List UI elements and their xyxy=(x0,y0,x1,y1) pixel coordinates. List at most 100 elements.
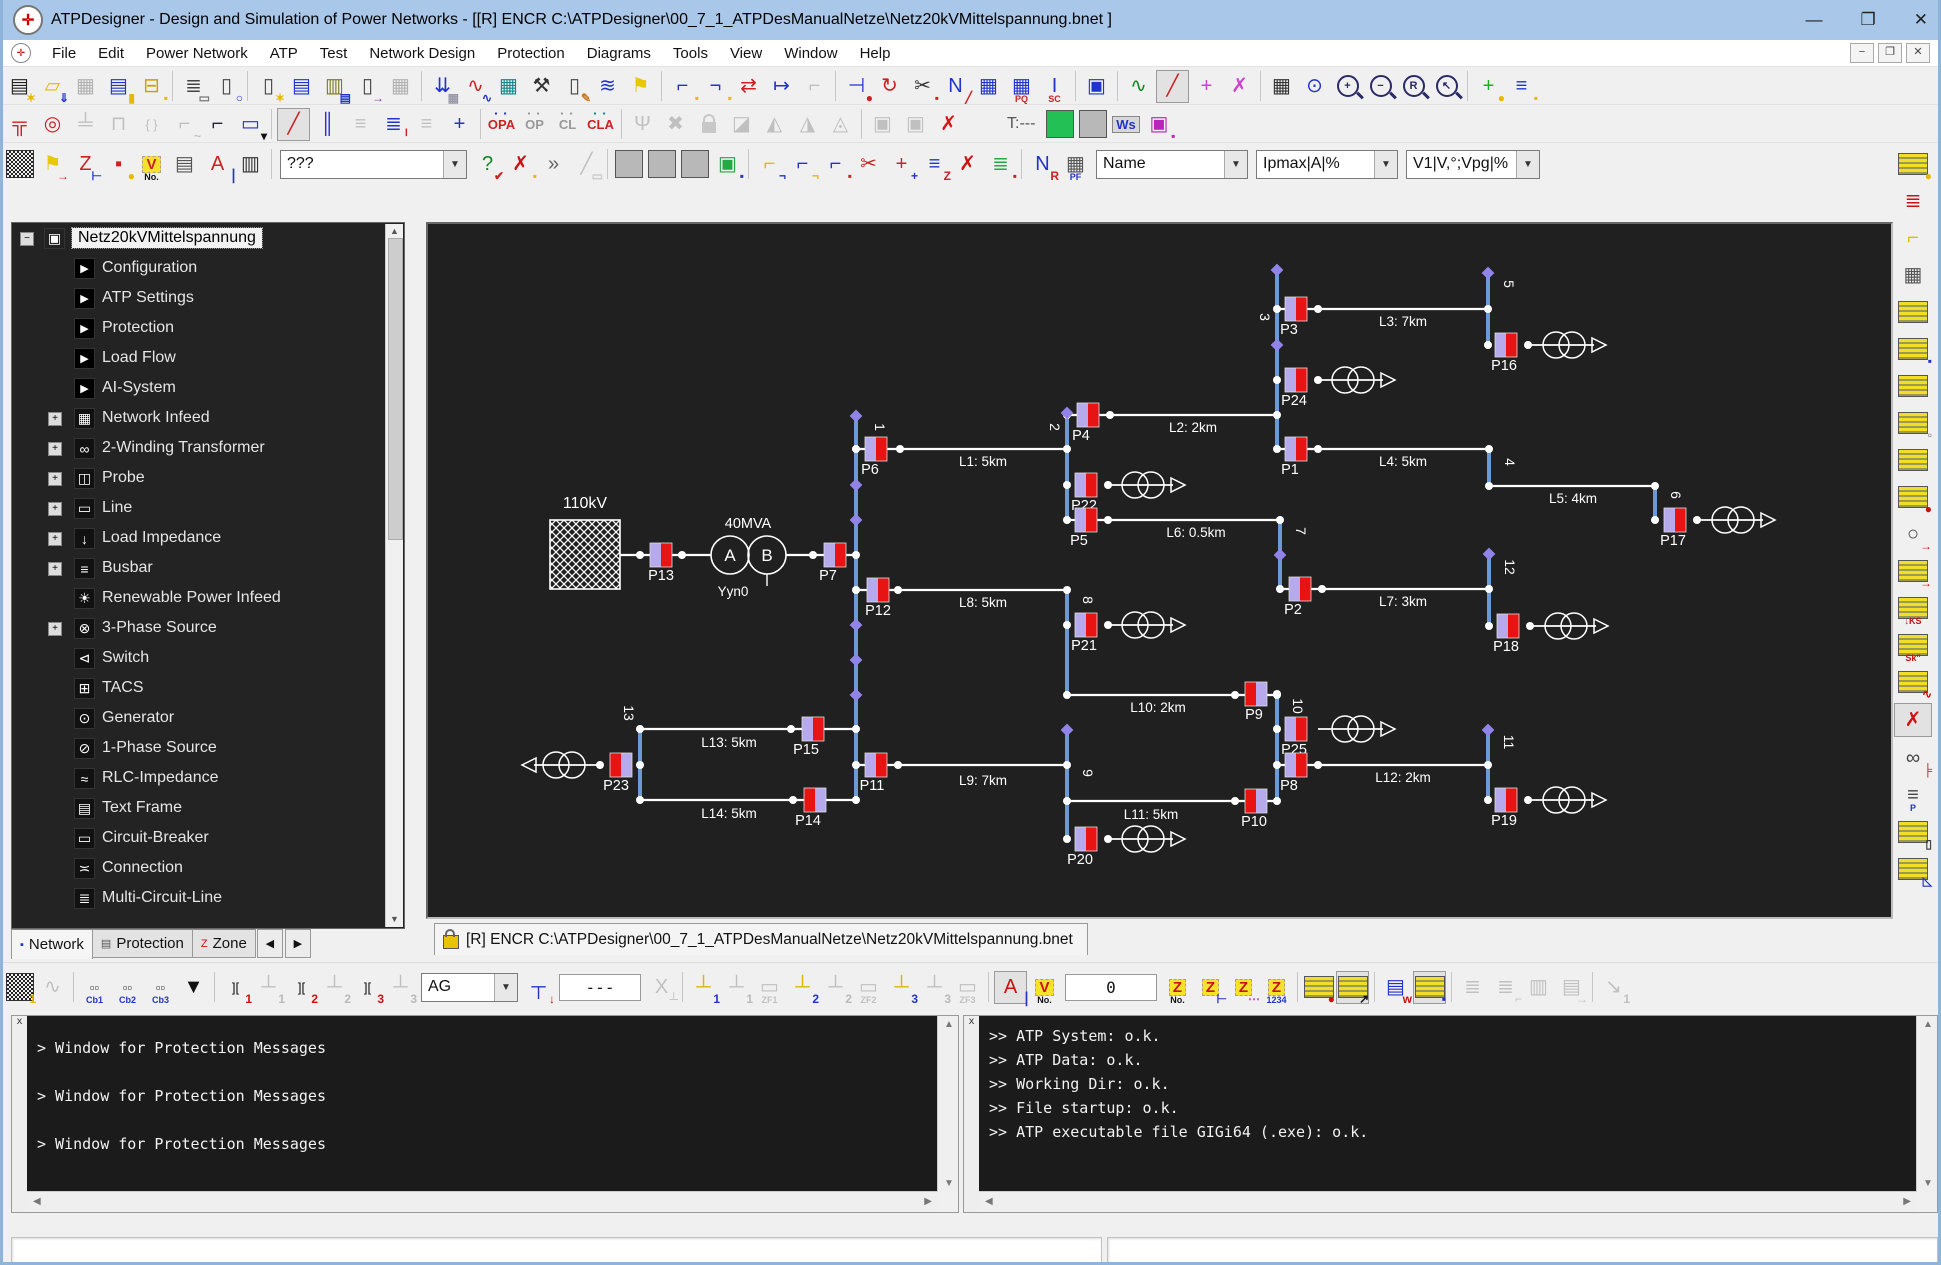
rb-doc-yellow-icon[interactable]: ▯ xyxy=(1895,816,1931,848)
probe-p23[interactable]: P23 xyxy=(603,753,632,794)
junction-right-icon[interactable]: ¬▪ xyxy=(700,71,731,102)
doc-disabled-icon[interactable]: ▤→ xyxy=(1556,972,1587,1003)
tree-item-atp-settings[interactable]: ▶ATP Settings xyxy=(12,283,404,313)
zoom-in-icon[interactable]: + xyxy=(1332,71,1363,102)
load-symbol[interactable] xyxy=(1108,826,1185,852)
line-L12[interactable]: L12: 2km xyxy=(1277,765,1488,785)
busbar-ticks-icon[interactable]: ≣╵ xyxy=(378,109,409,140)
console-close-strip[interactable]: x xyxy=(12,1016,28,1212)
copy-drawing-icon[interactable]: ▤▮ xyxy=(103,71,134,102)
probe-p14[interactable]: P14 xyxy=(795,788,826,829)
draw-cross-icon[interactable]: ✗ xyxy=(1224,71,1255,102)
tree-item-connection[interactable]: ≍Connection xyxy=(12,853,404,883)
tree-item-rlc-impedance[interactable]: ≈RLC-Impedance xyxy=(12,763,404,793)
mirror-horizontal-icon[interactable]: ◬ xyxy=(825,109,856,140)
probe-p1[interactable]: P1 xyxy=(1281,437,1307,478)
menu-network-design[interactable]: Network Design xyxy=(358,43,486,64)
equal-gray2-icon[interactable]: ≡ xyxy=(411,109,442,140)
short-circuit-current-icon[interactable]: ISC xyxy=(1039,71,1070,102)
probe-p15[interactable]: P15 xyxy=(793,717,824,758)
zf3-icon[interactable]: ▭ZF3 xyxy=(952,972,983,1003)
tools-icon[interactable]: ⚒ xyxy=(526,71,557,102)
console-vscrollbar[interactable]: ▲▼ xyxy=(1916,1016,1937,1192)
voltage-number-icon[interactable]: VNo. xyxy=(136,149,167,180)
busbar-tool-icon[interactable]: ╦ xyxy=(4,109,35,140)
tree-item-probe[interactable]: +◫Probe xyxy=(12,463,404,493)
more-chevrons-icon[interactable]: » xyxy=(538,149,569,180)
busbar-9[interactable]: 9 xyxy=(1067,730,1096,839)
component-pins-icon[interactable]: ⊓ xyxy=(103,109,134,140)
delete-3d-icon[interactable]: ✖ xyxy=(660,109,691,140)
tree-item-protection[interactable]: ▶Protection xyxy=(12,313,404,343)
switch-group-combo[interactable]: AG▼ xyxy=(421,973,518,1002)
junction-left-icon[interactable]: ⌐▪ xyxy=(667,71,698,102)
probe-p5[interactable]: P5 xyxy=(1070,508,1097,549)
network-infeed-110kv[interactable]: 110kV xyxy=(550,495,620,589)
chart-green-icon[interactable]: ∿ xyxy=(1123,71,1154,102)
zigzag-list-icon[interactable]: ▤w xyxy=(1380,972,1411,1003)
cla-mode-icon[interactable]: CLA▪ ▪ xyxy=(585,109,616,140)
chart-disabled-icon[interactable]: ↘1 xyxy=(1598,972,1629,1003)
route-corner-2-icon[interactable]: ⌐¬ xyxy=(787,149,818,180)
probe-p4[interactable]: P4 xyxy=(1072,403,1099,444)
load-symbol[interactable] xyxy=(1318,716,1395,742)
line-L9[interactable]: L9: 7km xyxy=(856,765,1067,788)
swap-nodes-icon[interactable]: ▣▪ xyxy=(1143,109,1174,140)
print-preview-icon[interactable]: ▯○ xyxy=(211,71,242,102)
menu-help[interactable]: Help xyxy=(849,43,902,64)
probe-p20[interactable]: P20 xyxy=(1067,827,1097,868)
layer-1-icon[interactable] xyxy=(613,149,644,180)
equal-gray-icon[interactable]: ≡ xyxy=(345,109,376,140)
tree-item-ai-system[interactable]: ▶AI-System xyxy=(12,373,404,403)
zf1-icon[interactable]: ▭ZF1 xyxy=(754,972,785,1003)
network-infeed-insert-icon[interactable]: 1 xyxy=(4,972,35,1003)
tree-item-configuration[interactable]: ▶Configuration xyxy=(12,253,404,283)
tree-item-multi-circuit-line[interactable]: ≣Multi-Circuit-Line xyxy=(12,883,404,913)
check-network-icon[interactable]: N╱ xyxy=(940,71,971,102)
switch-2-icon[interactable]: ][2 xyxy=(286,972,317,1003)
draw-line-red-icon[interactable]: ╱ xyxy=(277,108,310,141)
maximize-button[interactable]: ❐ xyxy=(1861,10,1876,30)
console-text-area[interactable]: >> ATP System: o.k.>> ATP Data: o.k.>> W… xyxy=(979,1016,1917,1192)
console-hscrollbar[interactable]: ◀▶ xyxy=(27,1191,938,1212)
probe-p19[interactable]: P19 xyxy=(1491,788,1517,829)
rb-bars-3-icon[interactable] xyxy=(1895,444,1931,476)
new-page-icon[interactable]: ▯✶ xyxy=(253,71,284,102)
ground-fault-2-icon[interactable]: ┴2 xyxy=(787,972,818,1003)
rb-bars-angle-icon[interactable]: ◺ xyxy=(1895,853,1931,885)
rb-bus-p-icon[interactable]: ≡P xyxy=(1895,779,1931,811)
probe-p2[interactable]: P2 xyxy=(1284,577,1311,618)
data-grid-pq-icon[interactable]: ▦PQ xyxy=(1006,71,1037,102)
menu-edit[interactable]: Edit xyxy=(87,43,135,64)
tree-item-network-infeed[interactable]: +▦Network Infeed xyxy=(12,403,404,433)
tabs-scroll-left-icon[interactable]: ◀ xyxy=(257,929,283,958)
close-button[interactable]: ✕ xyxy=(1914,10,1928,30)
probe-p3[interactable]: P3 xyxy=(1280,297,1307,338)
print-icon[interactable]: ≣▭ xyxy=(178,71,209,102)
cross-route-icon[interactable]: ++ xyxy=(886,149,917,180)
swap-direction-icon[interactable]: ⇄ xyxy=(733,71,764,102)
tree-item-load-flow[interactable]: ▶Load Flow xyxy=(12,343,404,373)
chevron-down-icon[interactable]: ▼ xyxy=(1374,151,1397,178)
rb-delete-icon[interactable]: ✗ xyxy=(1894,703,1932,737)
chevron-down-icon[interactable]: ▼ xyxy=(494,974,517,1001)
mdi-controls[interactable]: −❐✕ xyxy=(1850,43,1930,63)
expand-icon[interactable]: + xyxy=(48,412,62,426)
comment-flag-icon[interactable]: ⚑ xyxy=(625,71,656,102)
draw-dashed-icon[interactable]: + xyxy=(1191,71,1222,102)
mdi-control-0[interactable]: − xyxy=(1850,43,1874,63)
probe-p18[interactable]: P18 xyxy=(1493,614,1519,655)
cl-mode-icon[interactable]: CL▪ ▪ xyxy=(552,109,583,140)
line-L3[interactable]: L3: 7km xyxy=(1277,309,1488,329)
tree-item-renewable-power-infeed[interactable]: ☀Renewable Power Infeed xyxy=(12,583,404,613)
layer-2-icon[interactable] xyxy=(646,149,677,180)
z-number-icon[interactable]: ZNo. xyxy=(1162,972,1193,1003)
zoom-region-icon[interactable]: R xyxy=(1398,71,1429,102)
transformer-40mva[interactable]: AB40MVAYyn0 xyxy=(711,516,786,599)
list-colored-icon[interactable]: ≣▪ xyxy=(985,149,1016,180)
yellow-list-icon[interactable]: ▪ xyxy=(1413,971,1446,1004)
breaker-dropdown-icon[interactable]: ▼ xyxy=(178,972,209,1003)
grid-toggle-icon[interactable]: ▦ xyxy=(1266,71,1297,102)
import-signals-icon[interactable]: ⇊▦ xyxy=(427,71,458,102)
load-symbol[interactable] xyxy=(1528,332,1606,358)
